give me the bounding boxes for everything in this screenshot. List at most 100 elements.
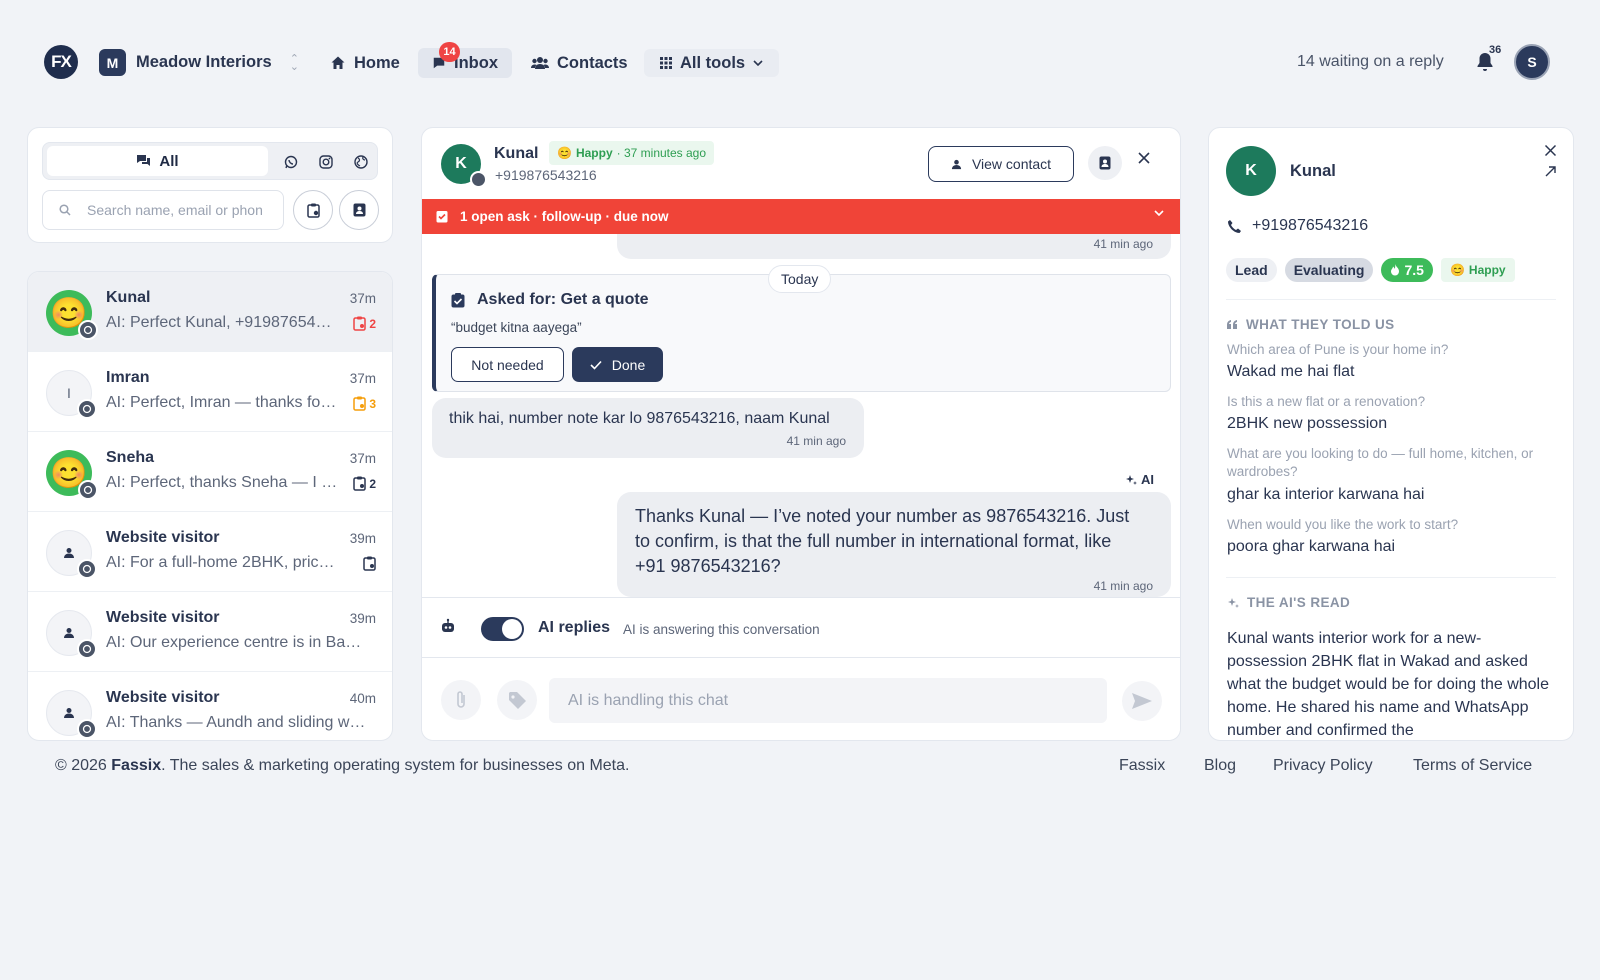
filter-asks-button[interactable] bbox=[293, 190, 333, 230]
search-icon bbox=[59, 204, 71, 216]
conversation-item[interactable]: Website visitor 40m AI: Thanks — Aundh a… bbox=[28, 672, 392, 740]
expand-icon[interactable] bbox=[1545, 166, 1556, 177]
chat-contact-avatar: K bbox=[441, 144, 487, 188]
send-button[interactable] bbox=[1122, 681, 1162, 721]
contact-tags: Lead Evaluating 7.5 😊 Happy bbox=[1226, 258, 1515, 282]
chat-icon bbox=[137, 155, 151, 166]
filter-contact-button[interactable] bbox=[339, 190, 379, 230]
clipboard-icon bbox=[353, 316, 367, 331]
web-icon[interactable] bbox=[351, 152, 371, 172]
mood-label: Happy bbox=[1468, 263, 1506, 277]
waiting-count[interactable]: 14 waiting on a reply bbox=[1297, 53, 1444, 71]
message-text: thik hai, number note kar lo 9876543216,… bbox=[449, 410, 830, 427]
told-us-heading: WHAT THEY TOLD US bbox=[1227, 317, 1395, 332]
conversation-item[interactable]: Website visitor 39m AI: For a full-home … bbox=[28, 512, 392, 592]
search-input[interactable] bbox=[87, 202, 262, 218]
view-contact-button[interactable]: View contact bbox=[928, 146, 1074, 182]
whatsapp-icon[interactable] bbox=[281, 152, 301, 172]
contact-card-icon bbox=[353, 203, 365, 217]
clipboard-icon bbox=[363, 556, 376, 571]
conversation-list: 😊 Kunal 37m AI: Perfect Kunal, +91987654… bbox=[27, 271, 393, 741]
ai-replies-toggle[interactable] bbox=[481, 617, 524, 641]
conversation-preview: AI: Perfect Kunal, +919876543216 noted bbox=[106, 314, 338, 331]
open-ask-alert[interactable]: 1 open ask · follow-up · due now bbox=[422, 199, 1180, 234]
ai-replies-bar: AI replies AI is answering this conversa… bbox=[422, 597, 1180, 657]
nav-home[interactable]: Home bbox=[330, 48, 400, 78]
message-input[interactable] bbox=[549, 678, 1107, 723]
contact-avatar: I bbox=[46, 370, 97, 419]
whatsapp-badge-icon bbox=[470, 171, 487, 188]
conversation-item[interactable]: 😊 Sneha 37m AI: Perfect, thanks Sneha — … bbox=[28, 432, 392, 512]
conversation-time: 39m bbox=[349, 611, 376, 626]
conversation-time: 37m bbox=[349, 451, 376, 466]
whatsapp-badge-icon bbox=[78, 320, 98, 340]
qa-answer: ghar ka interior karwana hai bbox=[1227, 486, 1425, 503]
ai-read-title: THE AI'S READ bbox=[1247, 595, 1351, 610]
chevron-down-icon bbox=[753, 60, 763, 66]
attach-button[interactable] bbox=[441, 680, 481, 720]
not-needed-button[interactable]: Not needed bbox=[451, 347, 564, 382]
contact-avatar: 😊 bbox=[46, 450, 98, 500]
conversation-name: Kunal bbox=[106, 289, 151, 306]
chat-contact-phone: +919876543216 bbox=[495, 167, 597, 183]
conversation-name: Imran bbox=[106, 369, 150, 386]
conversation-name: Website visitor bbox=[106, 689, 220, 706]
contact-avatar bbox=[46, 610, 97, 659]
toggle-knob bbox=[502, 619, 522, 639]
whatsapp-badge-icon bbox=[77, 639, 97, 659]
app-logo[interactable]: FX bbox=[44, 45, 78, 79]
message-time: 41 min ago bbox=[1093, 237, 1153, 251]
tag-button[interactable] bbox=[497, 680, 537, 720]
nav-inbox[interactable]: 14 Inbox bbox=[418, 42, 512, 78]
close-icon[interactable] bbox=[1137, 151, 1151, 165]
conversation-time: 40m bbox=[349, 691, 376, 706]
tag-evaluating[interactable]: Evaluating bbox=[1284, 258, 1374, 282]
footer-link-terms[interactable]: Terms of Service bbox=[1413, 757, 1532, 775]
close-icon[interactable] bbox=[1544, 144, 1557, 157]
contact-avatar bbox=[46, 690, 97, 739]
mood-time: · 37 minutes ago bbox=[616, 146, 707, 160]
person-icon bbox=[64, 708, 74, 718]
footer-tagline: . The sales & marketing operating system… bbox=[161, 757, 630, 774]
conversation-item[interactable]: I Imran 37m AI: Perfect, Imran — thanks … bbox=[28, 352, 392, 432]
happy-emoji-icon: 😊 bbox=[1449, 263, 1465, 277]
done-button[interactable]: Done bbox=[572, 347, 663, 382]
user-avatar[interactable]: S bbox=[1514, 44, 1550, 80]
tab-all[interactable]: All bbox=[47, 146, 268, 176]
contact-note-button[interactable] bbox=[1088, 146, 1122, 180]
conversation-item[interactable]: 😊 Kunal 37m AI: Perfect Kunal, +91987654… bbox=[28, 272, 392, 352]
contact-avatar: K bbox=[1226, 146, 1276, 196]
sparkle-icon bbox=[1126, 474, 1137, 485]
chat-header: K Kunal 😊 Happy · 37 minutes ago +91987654… bbox=[422, 128, 1180, 199]
send-icon bbox=[1132, 693, 1152, 709]
nav-all-tools[interactable]: All tools bbox=[644, 49, 780, 77]
footer-link-privacy[interactable]: Privacy Policy bbox=[1273, 757, 1373, 775]
conversation-preview: AI: Perfect, Imran — thanks for sharing bbox=[106, 394, 338, 411]
instagram-icon[interactable] bbox=[316, 152, 336, 172]
chat-contact-name: Kunal bbox=[494, 145, 539, 162]
tag-lead[interactable]: Lead bbox=[1226, 258, 1277, 282]
flame-icon bbox=[1391, 264, 1400, 276]
workspace-switcher[interactable]: M Meadow Interiors ⌃ ⌄ bbox=[99, 49, 299, 76]
ai-read-heading: THE AI'S READ bbox=[1227, 595, 1350, 610]
conversation-preview: AI: For a full-home 2BHK, pricing depend… bbox=[106, 554, 338, 571]
message-time: 41 min ago bbox=[1093, 579, 1153, 593]
home-icon bbox=[331, 56, 345, 69]
copyright-prefix: © 2026 bbox=[55, 757, 112, 774]
footer-link-fassix[interactable]: Fassix bbox=[1119, 757, 1165, 775]
nav-contacts[interactable]: Contacts bbox=[531, 48, 628, 78]
conversation-time: 39m bbox=[349, 531, 376, 546]
top-nav: FX M Meadow Interiors ⌃ ⌄ Home 14 Inbox C… bbox=[0, 0, 1600, 125]
ask-count: 2 bbox=[369, 476, 376, 491]
conversation-item[interactable]: Website visitor 39m AI: Our experience c… bbox=[28, 592, 392, 672]
nav-inbox-label: Inbox bbox=[454, 53, 498, 72]
nav-home-label: Home bbox=[354, 53, 400, 72]
qa-answer: poora ghar karwana hai bbox=[1227, 538, 1396, 555]
conversation-time: 37m bbox=[349, 371, 376, 386]
footer-link-blog[interactable]: Blog bbox=[1204, 757, 1236, 775]
alert-text: 1 open ask · follow-up · due now bbox=[460, 209, 669, 224]
open-asks-badge: 2 bbox=[353, 476, 376, 491]
done-label: Done bbox=[611, 356, 646, 373]
chevron-down-icon bbox=[1154, 210, 1164, 216]
contact-avatar: 😊 bbox=[46, 290, 98, 340]
